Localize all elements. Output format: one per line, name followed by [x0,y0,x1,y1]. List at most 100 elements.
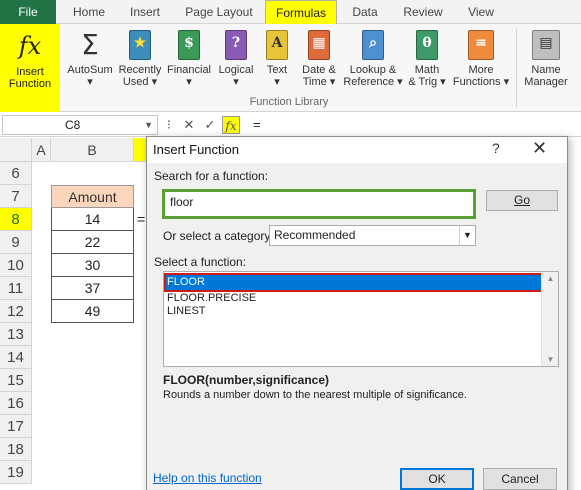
name-box[interactable]: C8 ▼ [2,115,158,135]
logical-button[interactable]: ? Logical ▾ [214,24,258,100]
sigma-icon: Σ [81,28,99,61]
confirm-entry-icon[interactable]: ✓ [201,116,219,134]
go-button[interactable]: Go [486,190,558,211]
tab-file[interactable]: File [0,0,56,24]
tab-formulas[interactable]: Formulas [265,0,337,25]
row-header-11[interactable]: 11 [0,277,32,300]
function-list[interactable]: FLOOR FLOOR.PRECISE LINEST ▲ ▼ [163,271,559,367]
close-icon[interactable]: ✕ [532,138,547,159]
name-manager-label-1: Name [531,64,561,76]
autosum-label: AutoSum [67,64,113,76]
recently-used-label: Recently [118,64,162,76]
function-signature: FLOOR(number,significance) [163,373,330,387]
text-button[interactable]: A Text ▾ [258,24,296,100]
help-icon[interactable]: ? [492,140,500,156]
category-value: Recommended [274,228,356,242]
tab-data[interactable]: Data [343,0,387,24]
scroll-down-icon[interactable]: ▼ [542,355,559,364]
lookup-book-icon: ⌕ [362,30,384,60]
cancel-button[interactable]: Cancel [483,468,557,490]
fx-icon: fx [18,32,42,60]
autosum-button[interactable]: Σ AutoSum ▾ [64,24,116,100]
row-header-18[interactable]: 18 [0,438,32,461]
cancel-entry-icon[interactable]: ✕ [180,116,198,134]
function-library-group-label: Function Library [249,96,329,108]
formula-input[interactable]: = [253,117,261,132]
date-time-button[interactable]: ▦ Date & Time ▾ [296,24,342,100]
row-header-9[interactable]: 9 [0,231,32,254]
row-header-12[interactable]: 12 [0,300,32,323]
help-on-function-link[interactable]: Help on this function [153,471,262,485]
lookup-reference-label: Lookup & [349,64,397,76]
dialog-titlebar: Insert Function ? ✕ [147,137,567,163]
text-label: Text [266,64,288,76]
more-functions-button[interactable]: ≡ More Functions ▾ [450,24,512,100]
row-header-14[interactable]: 14 [0,346,32,369]
ok-button[interactable]: OK [400,468,474,490]
chevron-down-icon[interactable]: ▼ [144,116,153,134]
dialog-title: Insert Function [153,142,239,157]
name-manager-label-2: Manager [524,76,568,88]
datetime-book-icon: ▦ [308,30,330,60]
select-all-corner[interactable] [0,138,32,162]
row-header-15[interactable]: 15 [0,369,32,392]
function-description: Rounds a number down to the nearest mult… [163,389,467,401]
scroll-up-icon[interactable]: ▲ [542,274,559,283]
tab-insert[interactable]: Insert [120,0,170,24]
list-item-floor[interactable]: FLOOR [164,273,544,292]
financial-label: Financial [166,64,212,76]
row-header-13[interactable]: 13 [0,323,32,346]
amount-header-cell[interactable]: Amount [51,185,134,208]
category-select[interactable]: Recommended ▼ [269,225,476,246]
tab-home[interactable]: Home [62,0,116,24]
table-cell[interactable]: 37 [51,277,134,300]
row-header-19[interactable]: 19 [0,461,32,484]
list-item-floor-precise[interactable]: FLOOR.PRECISE [167,292,256,305]
name-box-value: C8 [65,118,81,132]
lookup-reference-button[interactable]: ⌕ Lookup & Reference ▾ [342,24,404,100]
logical-book-icon: ? [225,30,247,60]
excel-window: File Home Insert Page Layout Formulas Da… [0,0,581,490]
column-header-a[interactable]: A [32,138,51,162]
table-cell[interactable]: 49 [51,300,134,323]
logical-label: Logical [218,64,254,76]
math-trig-button[interactable]: θ Math & Trig ▾ [404,24,450,100]
row-header-8[interactable]: 8 [0,208,32,231]
lookup-reference-dropdown: Reference ▾ [343,76,403,88]
more-functions-dropdown: Functions ▾ [452,76,510,88]
category-label: Or select a category: [163,229,274,243]
search-function-input[interactable]: floor [162,189,476,219]
tab-review[interactable]: Review [395,0,451,24]
row-header-16[interactable]: 16 [0,392,32,415]
row-header-7[interactable]: 7 [0,185,32,208]
search-label: Search for a function: [154,169,269,183]
insert-function-dialog: Insert Function ? ✕ Search for a functio… [146,136,568,490]
insert-function-button[interactable]: fx Insert Function [0,24,60,112]
tab-page-layout[interactable]: Page Layout [176,0,262,24]
math-trig-label: Math [414,64,440,76]
financial-dropdown: ▾ [186,76,192,88]
chevron-down-icon[interactable]: ▼ [459,226,475,245]
date-time-dropdown: Time ▾ [302,76,336,88]
row-header-10[interactable]: 10 [0,254,32,277]
column-header-b[interactable]: B [51,138,134,162]
list-scrollbar[interactable]: ▲ ▼ [541,272,558,366]
star-book-icon: ★ [129,30,151,60]
row-header-17[interactable]: 17 [0,415,32,438]
select-function-label: Select a function: [154,255,247,269]
recently-used-button[interactable]: ★ Recently Used ▾ [116,24,164,100]
ribbon-formulas: fx Insert Function Σ AutoSum ▾ ★ Recently… [0,24,581,112]
math-book-icon: θ [416,30,438,60]
tab-view[interactable]: View [459,0,503,24]
table-cell[interactable]: 22 [51,231,134,254]
date-time-label: Date & [302,64,336,76]
financial-button[interactable]: $ Financial ▾ [164,24,214,100]
table-cell[interactable]: 14 [51,208,134,231]
text-book-icon: A [266,30,288,60]
row-header-6[interactable]: 6 [0,162,32,185]
insert-function-fx-icon[interactable]: fx [222,116,240,134]
list-item-linest[interactable]: LINEST [167,305,206,318]
name-manager-button[interactable]: ▤ Name Manager [520,24,572,100]
table-cell[interactable]: 30 [51,254,134,277]
recently-used-dropdown: Used ▾ [122,76,158,88]
